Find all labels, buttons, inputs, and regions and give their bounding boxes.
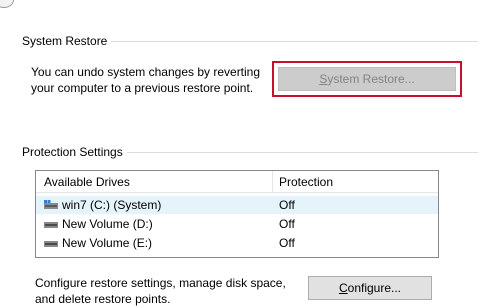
drive-protection: Off bbox=[279, 236, 295, 250]
drive-name: win7 (C:) (System) bbox=[62, 198, 162, 212]
system-restore-button-mnemonic: S bbox=[319, 72, 328, 86]
drive-protection: Off bbox=[279, 198, 295, 212]
configure-button-mnemonic: C bbox=[338, 281, 348, 295]
column-available-drives[interactable]: Available Drives bbox=[44, 175, 130, 189]
system-restore-description: You can undo system changes by reverting… bbox=[31, 64, 260, 96]
drive-name: New Volume (E:) bbox=[62, 236, 153, 250]
system-restore-button[interactable]: System Restore... bbox=[278, 67, 456, 91]
configure-description-line2: and delete restore points. bbox=[35, 292, 171, 306]
system-restore-description-line1: You can undo system changes by reverting bbox=[31, 65, 261, 79]
drive-name: New Volume (D:) bbox=[62, 217, 153, 231]
column-separator bbox=[272, 171, 273, 193]
configure-description: Configure restore settings, manage disk … bbox=[35, 275, 286, 307]
configure-description-line1: Configure restore settings, manage disk … bbox=[35, 276, 286, 290]
system-restore-description-line2: your computer to a previous restore poin… bbox=[31, 81, 254, 95]
drive-row-c[interactable]: win7 (C:) (System) Off bbox=[36, 196, 438, 214]
hard-drive-icon bbox=[44, 222, 58, 228]
drives-list[interactable]: Available Drives Protection win7 (C:) (S… bbox=[35, 170, 439, 258]
protection-settings-group-title: Protection Settings bbox=[22, 145, 127, 159]
hard-drive-icon bbox=[44, 241, 58, 247]
drive-row-e[interactable]: New Volume (E:) Off bbox=[36, 234, 438, 252]
drive-protection: Off bbox=[279, 217, 295, 231]
system-drive-icon bbox=[44, 200, 58, 209]
system-restore-button-label: ystem Restore... bbox=[327, 72, 415, 86]
configure-button-label: onfigure... bbox=[347, 281, 402, 295]
dialog-icon bbox=[0, 0, 14, 8]
drive-row-d[interactable]: New Volume (D:) Off bbox=[36, 215, 438, 233]
column-protection[interactable]: Protection bbox=[279, 175, 333, 189]
drives-list-header: Available Drives Protection bbox=[36, 171, 438, 193]
system-restore-group-title: System Restore bbox=[22, 34, 112, 48]
configure-button[interactable]: Configure... bbox=[308, 276, 432, 300]
